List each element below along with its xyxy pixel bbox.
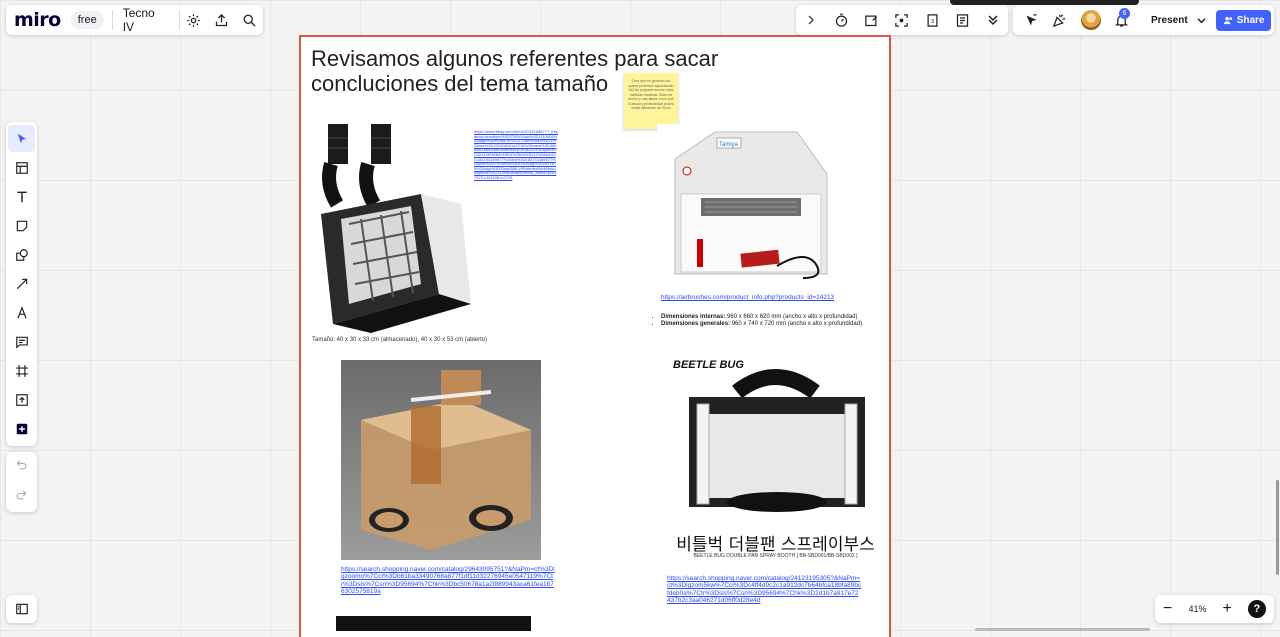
product-link-airbrushes[interactable]: https://airbrushes.com/product_info.php?…: [661, 294, 834, 301]
present-button[interactable]: Present: [1145, 11, 1194, 30]
cursor-reaction-icon[interactable]: [1017, 6, 1045, 34]
korean-product-name: 비틀벅 더블팬 스프레이부스: [676, 535, 875, 555]
card-icon[interactable]: [858, 6, 886, 34]
sidebar-icon: [15, 603, 28, 615]
upload-icon[interactable]: [208, 6, 236, 34]
help-button[interactable]: ?: [1247, 600, 1266, 618]
left-toolbar: [6, 122, 37, 446]
chevron-down-icon[interactable]: [1194, 6, 1210, 34]
list-item: Dimensiones generales: 960 x 740 x 720 m…: [661, 321, 896, 327]
redo-icon[interactable]: [15, 488, 28, 506]
vertical-scrollbar[interactable]: [1276, 480, 1279, 575]
board-tools: 3: [796, 5, 1008, 35]
product-image-white-booth[interactable]: Tamiya: [657, 124, 844, 291]
board-header: miro free Tecno IV: [6, 5, 263, 35]
product-size-caption: Tamaño: 40 x 30 x 33 cm (almacenado), 40…: [312, 337, 488, 343]
arrow-line-icon[interactable]: [8, 270, 35, 297]
zoom-level[interactable]: 41%: [1188, 604, 1206, 614]
panel-toggle[interactable]: [6, 595, 37, 623]
product-subtitle: BEETLE BUG DOUBLE PAN SPRAY BOOTH [ BB-S…: [693, 553, 858, 559]
product-link-ebay[interactable]: https://www.ebay.com/itm/183743169577?_t…: [474, 130, 558, 240]
chevron-down-double-icon[interactable]: [979, 6, 1007, 34]
notification-count: 6: [1119, 8, 1130, 19]
focus-icon[interactable]: [888, 6, 916, 34]
undo-icon[interactable]: [15, 458, 28, 476]
frame-title[interactable]: Revisamos algunos referentes para sacar …: [311, 46, 751, 96]
product-image-acrylic-booth[interactable]: [341, 360, 541, 560]
notes-icon[interactable]: [949, 6, 977, 34]
zoom-in-button[interactable]: +: [1223, 600, 1232, 618]
dimensions-list: Dimensiones internas: 960 x 660 x 620 mm…: [652, 313, 896, 328]
cursor-icon[interactable]: [8, 125, 35, 152]
frame-icon[interactable]: [8, 357, 35, 384]
text-icon[interactable]: [8, 183, 35, 210]
share-button[interactable]: Share: [1215, 9, 1272, 31]
list-item: Dimensiones internas: 960 x 660 x 620 mm…: [661, 314, 896, 320]
product-link-naver-2[interactable]: https://search.shopping.naver.com/catalo…: [667, 575, 862, 605]
undo-redo: [6, 452, 37, 512]
divider: [111, 10, 113, 30]
plan-badge[interactable]: free: [70, 11, 104, 29]
zoom-out-button[interactable]: −: [1163, 600, 1172, 618]
chevron-right-icon[interactable]: [797, 6, 825, 34]
collab-panel: Present Share: [1013, 5, 1274, 35]
sticky-note-icon[interactable]: [8, 212, 35, 239]
share-label: Share: [1236, 14, 1265, 26]
product-image-beetle-bug-booth[interactable]: BEETLE BUG 비틀벅 더블팬 스프레이부스 BEETLE BUG DOU…: [667, 352, 884, 568]
shapes-icon[interactable]: [8, 241, 35, 268]
screen-icon[interactable]: 3: [918, 6, 946, 34]
sticky-note[interactable]: Creo que en general una queria podemos c…: [624, 73, 678, 129]
gear-icon[interactable]: [180, 6, 208, 34]
product-image-portable-booth[interactable]: [311, 124, 473, 333]
pen-icon[interactable]: [8, 299, 35, 326]
zoom-controls: − 41% + ?: [1155, 595, 1274, 623]
board-name[interactable]: Tecno IV: [123, 6, 169, 34]
product-link-naver-1[interactable]: https://search.shopping.naver.com/catalo…: [341, 566, 556, 596]
svg-text:3: 3: [931, 19, 934, 25]
plus-icon[interactable]: [8, 415, 35, 442]
template-icon[interactable]: [8, 154, 35, 181]
avatar[interactable]: [1081, 10, 1101, 30]
miro-logo[interactable]: miro: [14, 9, 61, 31]
users-icon: [1223, 16, 1232, 24]
product-image-partial[interactable]: [336, 616, 531, 631]
upload-icon[interactable]: [8, 386, 35, 413]
search-icon[interactable]: [235, 6, 263, 34]
timer-icon[interactable]: [827, 6, 855, 34]
comment-icon[interactable]: [8, 328, 35, 355]
svg-text:Tamiya: Tamiya: [719, 142, 739, 148]
celebrate-icon[interactable]: [1045, 6, 1073, 34]
